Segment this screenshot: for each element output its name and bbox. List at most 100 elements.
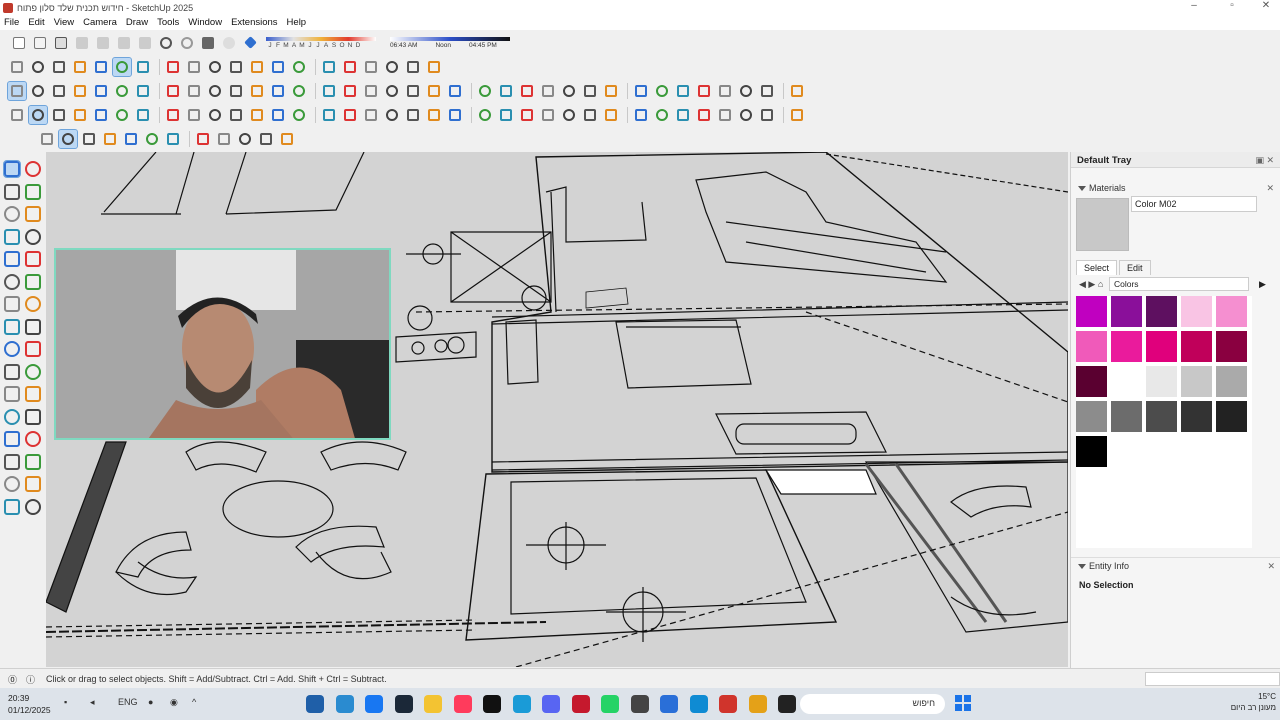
scene-icon[interactable] [341, 106, 359, 124]
menu-tools[interactable]: Tools [157, 17, 179, 28]
tool-icon[interactable] [560, 82, 578, 100]
tool-icon[interactable] [716, 82, 734, 100]
dimension-icon[interactable] [404, 82, 422, 100]
text-tool-icon[interactable] [25, 363, 41, 380]
scale-tool-icon[interactable] [4, 318, 20, 335]
tool-icon[interactable] [446, 106, 464, 124]
tool-icon[interactable] [383, 58, 401, 76]
tape-icon[interactable] [227, 106, 245, 124]
color-swatch[interactable] [1181, 401, 1212, 432]
tool-icon[interactable] [653, 106, 671, 124]
pan-tool-icon[interactable] [25, 408, 41, 425]
zoom-window-icon[interactable] [497, 82, 515, 100]
iso-view-icon[interactable] [8, 58, 26, 76]
offset-icon[interactable] [290, 82, 308, 100]
details-arrow-icon[interactable]: ▶ [1259, 279, 1266, 290]
erase-icon[interactable] [136, 34, 154, 52]
push-pull-icon[interactable] [206, 82, 224, 100]
component-icon[interactable] [29, 82, 47, 100]
chevron-up-icon[interactable]: ^ [192, 697, 204, 709]
tray-app-icon[interactable]: ◉ [170, 697, 182, 709]
monochrome-icon[interactable] [269, 58, 287, 76]
tool-f-icon[interactable] [236, 130, 254, 148]
select-icon[interactable] [28, 104, 48, 125]
textured-icon[interactable] [248, 58, 266, 76]
undo-icon[interactable] [157, 34, 175, 52]
tool-icon[interactable] [758, 82, 776, 100]
menu-draw[interactable]: Draw [126, 17, 148, 28]
start-button[interactable] [953, 693, 973, 713]
color-swatch[interactable] [1076, 296, 1107, 327]
section-plane-tool-icon[interactable] [25, 498, 41, 515]
autocad-app-icon[interactable] [571, 695, 590, 713]
top-view-icon[interactable] [29, 58, 47, 76]
color-swatch[interactable] [1076, 436, 1107, 467]
collection-select[interactable]: Colors [1109, 277, 1249, 291]
freehand-tool-icon[interactable] [25, 206, 41, 222]
select-icon[interactable] [7, 80, 27, 101]
follow-me-icon[interactable] [185, 106, 203, 124]
color-swatch[interactable] [1111, 366, 1142, 397]
color-swatch[interactable] [1111, 401, 1142, 432]
look-around-tool-icon[interactable] [4, 498, 20, 515]
color-swatch[interactable] [1216, 366, 1247, 397]
tape-tool-icon[interactable] [4, 341, 20, 357]
text-icon[interactable] [248, 106, 266, 124]
arc-tool-icon[interactable] [4, 228, 20, 245]
app-red-app-icon[interactable] [719, 695, 737, 713]
tiktok-app-icon[interactable] [483, 695, 501, 713]
right-view-icon[interactable] [71, 58, 89, 76]
tool-icon[interactable] [737, 106, 755, 124]
tab-edit[interactable]: Edit [1119, 260, 1151, 275]
tool-icon[interactable] [290, 58, 308, 76]
tool-icon[interactable] [425, 106, 443, 124]
pan-icon[interactable] [446, 82, 464, 100]
tool-icon[interactable] [560, 106, 578, 124]
tool-icon[interactable] [716, 106, 734, 124]
left-view-icon[interactable] [112, 56, 132, 77]
arc-icon[interactable] [113, 82, 131, 100]
user-account-icon[interactable] [278, 130, 296, 148]
3d-text-tool-icon[interactable] [25, 386, 41, 402]
tool-icon[interactable] [320, 58, 338, 76]
geo-icon[interactable]: ⓪ [8, 673, 17, 686]
whatsapp-app-icon[interactable] [601, 695, 619, 713]
tool-icon[interactable] [581, 82, 599, 100]
offset-icon[interactable] [206, 106, 224, 124]
line-tool-icon[interactable] [4, 206, 20, 222]
color-swatch[interactable] [1076, 401, 1107, 432]
facebook-app-icon[interactable] [365, 695, 383, 713]
polygon-icon[interactable] [185, 82, 203, 100]
push-pull-tool-icon[interactable] [4, 273, 20, 290]
paste-icon[interactable] [115, 34, 133, 52]
folder-app-icon[interactable] [424, 695, 442, 713]
move-icon[interactable] [227, 82, 245, 100]
tool-icon[interactable] [404, 58, 422, 76]
rectangle-tool-icon[interactable] [25, 228, 41, 245]
eraser-icon[interactable] [50, 106, 68, 124]
notification-icon[interactable]: ▪ [64, 697, 76, 709]
tool-icon[interactable] [674, 106, 692, 124]
model-info-icon[interactable] [220, 34, 238, 52]
tool-a-icon[interactable] [122, 130, 140, 148]
date-slider[interactable] [266, 36, 376, 41]
menu-window[interactable]: Window [188, 17, 222, 28]
tool-icon[interactable] [602, 82, 620, 100]
color-swatch[interactable] [1076, 366, 1107, 397]
tool-g-icon[interactable] [257, 130, 275, 148]
zoom-icon[interactable] [476, 82, 494, 100]
tool-icon[interactable] [539, 82, 557, 100]
edge-browser-app-icon[interactable] [689, 695, 708, 713]
tiktok-alt-app-icon[interactable] [453, 695, 472, 713]
menu-extensions[interactable]: Extensions [231, 17, 277, 28]
tool-icon[interactable] [476, 106, 494, 124]
polygon-tool-icon[interactable] [25, 251, 41, 267]
shadows-toggle-icon[interactable] [241, 34, 259, 52]
color-swatch[interactable] [1216, 296, 1247, 327]
save-icon[interactable] [52, 34, 70, 52]
paint-icon[interactable] [50, 82, 68, 100]
hidden-line-icon[interactable] [206, 58, 224, 76]
previous-tool-icon[interactable] [25, 453, 41, 470]
material-name-field[interactable]: Color M02 [1131, 196, 1257, 212]
tool-c-icon[interactable] [164, 130, 182, 148]
